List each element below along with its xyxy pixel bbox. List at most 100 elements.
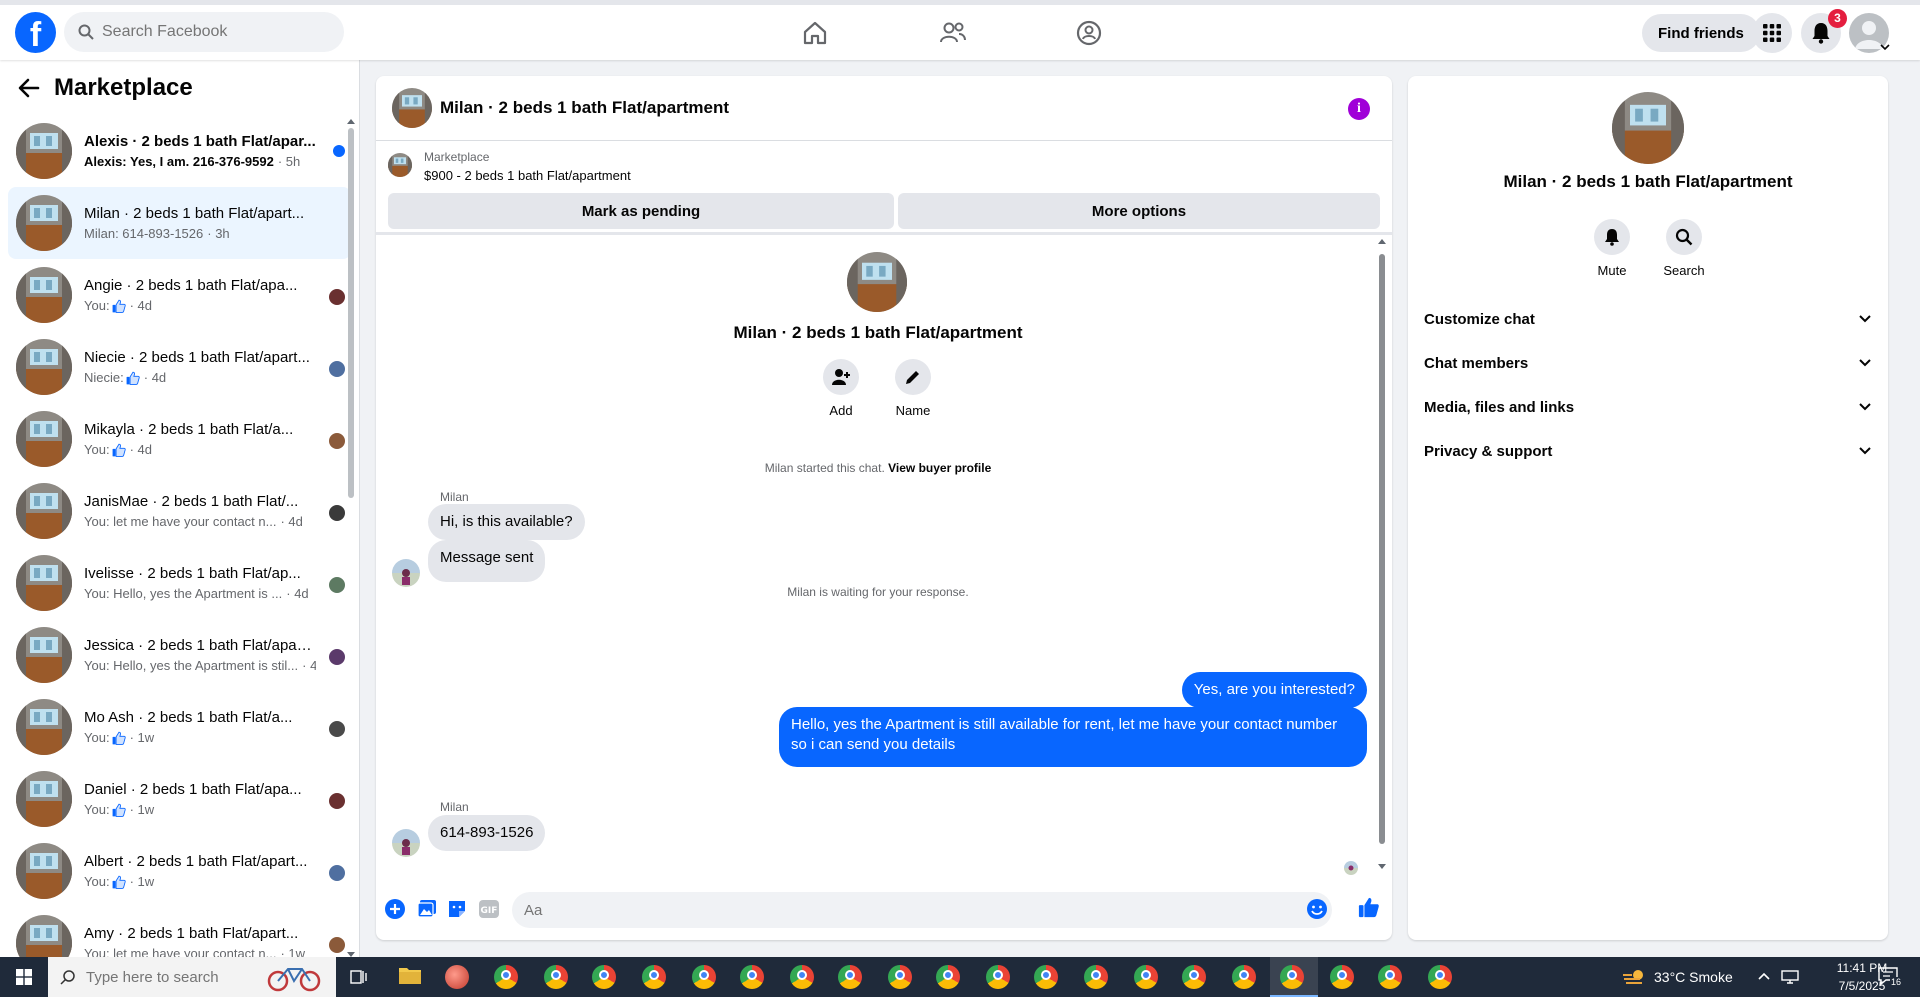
conversation-item[interactable]: Angie · 2 beds 1 bath Flat/apa... You: · 4… (8, 259, 351, 331)
details-avatar[interactable] (1612, 92, 1684, 164)
taskbar-search[interactable] (48, 957, 336, 997)
conversation-item[interactable]: Ivelisse · 2 beds 1 bath Flat/ap... You: … (8, 547, 351, 619)
add-people-action[interactable]: Add (811, 359, 871, 418)
conversation-item[interactable]: Mo Ash · 2 beds 1 bath Flat/a... You: · 1w (8, 691, 351, 763)
chrome-icon[interactable] (1084, 965, 1108, 989)
chrome-icon[interactable] (642, 965, 666, 989)
chrome-icon[interactable] (888, 965, 912, 989)
sender-avatar[interactable] (392, 829, 420, 857)
chrome-icon[interactable] (1428, 965, 1452, 989)
action-center-button[interactable]: 16 (1878, 967, 1903, 990)
chat-title[interactable]: Milan · 2 beds 1 bath Flat/apartment (440, 98, 729, 118)
back-arrow-icon[interactable] (18, 78, 40, 98)
chrome-icon[interactable] (592, 965, 616, 989)
bicycle-icon (267, 968, 321, 992)
facebook-search-input[interactable] (102, 23, 312, 41)
weather-widget[interactable]: 33°C Smoke (1622, 957, 1733, 997)
chrome-icon[interactable] (936, 965, 960, 989)
chrome-icon[interactable] (1232, 965, 1256, 989)
conversation-item[interactable]: Daniel · 2 beds 1 bath Flat/apa... You: · … (8, 763, 351, 835)
chrome-icon[interactable] (544, 965, 568, 989)
mark-as-pending-button[interactable]: Mark as pending (388, 193, 894, 229)
view-buyer-profile-link[interactable]: View buyer profile (888, 461, 991, 475)
chrome-icon[interactable] (692, 965, 716, 989)
network-icon[interactable] (1780, 969, 1800, 985)
gif-icon[interactable]: GIF (478, 898, 500, 920)
incoming-message[interactable]: 614-893-1526 (428, 815, 546, 851)
chrome-icon[interactable] (790, 965, 814, 989)
more-options-button[interactable]: More options (898, 193, 1380, 229)
conversation-preview: You: · 4d (84, 442, 152, 457)
listing-price[interactable]: $900 - 2 beds 1 bath Flat/apartment (424, 168, 631, 183)
chrome-icon[interactable] (838, 965, 862, 989)
app-icon[interactable] (445, 965, 469, 989)
seen-avatar (329, 937, 345, 953)
incoming-message[interactable]: Message sent (428, 540, 546, 582)
chrome-icon[interactable] (740, 965, 764, 989)
outgoing-message[interactable]: Hello, yes the Apartment is still availa… (779, 707, 1367, 767)
menu-grid-button[interactable] (1752, 13, 1792, 53)
conversation-item[interactable]: Jessica · 2 beds 1 bath Flat/apart... You… (8, 619, 351, 691)
waiting-notice: Milan is waiting for your response. (787, 585, 969, 599)
bell-icon (1605, 229, 1619, 246)
outgoing-message[interactable]: Yes, are you interested? (1181, 672, 1367, 708)
chat-avatar[interactable] (392, 88, 432, 128)
search-action[interactable]: Search (1654, 219, 1714, 278)
mute-action[interactable]: Mute (1582, 219, 1642, 278)
chrome-icon[interactable] (1280, 965, 1304, 989)
windows-start-button[interactable] (0, 957, 48, 997)
details-section-3[interactable]: Privacy & support (1424, 433, 1872, 469)
conversation-item[interactable]: JanisMae · 2 beds 1 bath Flat/... You: le… (8, 475, 351, 547)
conversation-item[interactable]: Niecie · 2 beds 1 bath Flat/apart... Niec… (8, 331, 351, 403)
name-action[interactable]: Name (883, 359, 943, 418)
notifications-button[interactable]: 3 (1801, 9, 1847, 53)
sidebar-scrollbar[interactable] (347, 118, 355, 957)
message-input[interactable] (512, 892, 1332, 928)
find-friends-button[interactable]: Find friends (1642, 14, 1760, 52)
taskbar-search-input[interactable] (86, 968, 256, 986)
chat-scrollbar[interactable] (1378, 238, 1386, 870)
conversation-item[interactable]: Mikayla · 2 beds 1 bath Flat/a... You: · 4… (8, 403, 351, 475)
chrome-icon[interactable] (1034, 965, 1058, 989)
chrome-icon[interactable] (1378, 965, 1402, 989)
plus-circle-icon[interactable] (384, 898, 406, 920)
details-section-0[interactable]: Customize chat (1424, 301, 1872, 337)
sender-avatar[interactable] (392, 559, 420, 587)
friends-icon[interactable] (935, 15, 971, 51)
details-section-label: Customize chat (1424, 310, 1535, 328)
conversation-preview: You: Hello, yes the Apartment is stil...… (84, 658, 316, 673)
notification-badge: 3 (1828, 9, 1847, 28)
seen-avatar (329, 577, 345, 593)
chrome-icon[interactable] (986, 965, 1010, 989)
groups-icon[interactable] (1071, 15, 1107, 51)
file-explorer-icon[interactable] (398, 965, 422, 989)
details-section-1[interactable]: Chat members (1424, 345, 1872, 381)
info-icon[interactable]: i (1348, 98, 1370, 120)
task-view-icon[interactable] (350, 969, 368, 985)
conversation-item[interactable]: Milan · 2 beds 1 bath Flat/apart... Milan… (8, 187, 351, 259)
details-section-2[interactable]: Media, files and links (1424, 389, 1872, 425)
home-icon[interactable] (797, 15, 833, 51)
conversation-item[interactable]: Albert · 2 beds 1 bath Flat/apart... You:… (8, 835, 351, 907)
conversation-item[interactable]: Amy · 2 beds 1 bath Flat/apart... You: le… (8, 907, 351, 957)
conversation-name: Jessica · 2 beds 1 bath Flat/apart... (84, 637, 316, 654)
chevron-down-icon[interactable] (1880, 43, 1890, 51)
chrome-icon[interactable] (1182, 965, 1206, 989)
chrome-icon[interactable] (494, 965, 518, 989)
chrome-icon[interactable] (1330, 965, 1354, 989)
sticker-icon[interactable] (446, 898, 468, 920)
add-label: Add (829, 403, 853, 418)
listing-thumbnail[interactable] (388, 153, 412, 177)
conversation-item[interactable]: Alexis · 2 beds 1 bath Flat/apar... Alexi… (8, 115, 351, 187)
incoming-message[interactable]: Hi, is this available? (428, 504, 585, 540)
conversation-preview: You: let me have your contact n... · 1w (84, 946, 306, 957)
chrome-icon[interactable] (1134, 965, 1158, 989)
emoji-icon[interactable] (1306, 898, 1328, 920)
facebook-logo[interactable]: f (15, 12, 56, 53)
chevron-up-icon[interactable] (1758, 972, 1770, 980)
photo-icon[interactable] (416, 898, 438, 920)
facebook-search[interactable] (64, 12, 344, 52)
details-section-label: Chat members (1424, 354, 1529, 372)
like-thumb-icon (112, 443, 126, 457)
like-thumb-icon[interactable] (1358, 896, 1380, 918)
